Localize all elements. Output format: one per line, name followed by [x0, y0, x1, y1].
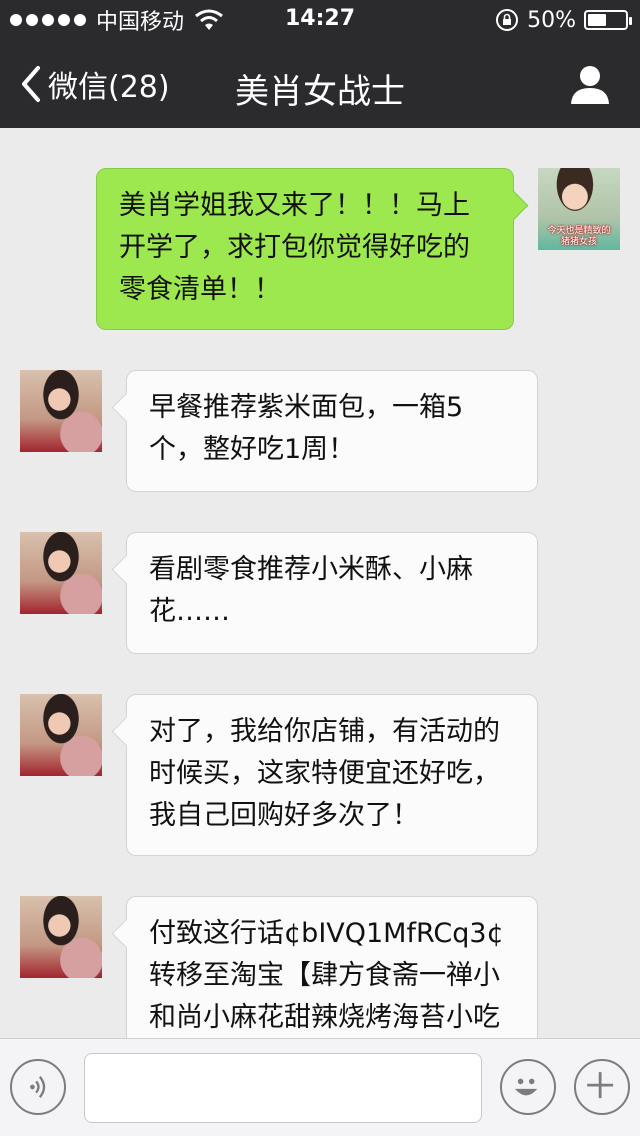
- chat-area[interactable]: 美肖学姐我又来了！！！马上 开学了，求打包你觉得好吃的 零食清单！！ 今天也是精…: [0, 128, 640, 1038]
- rotation-lock-icon: [496, 9, 519, 31]
- message-incoming: 付致这行话¢bIVQ1MfRCq3¢ 转移至淘宝【肆方食斋一禅小 和尚小麻花甜辣…: [0, 896, 640, 1038]
- emoji-button[interactable]: [500, 1059, 556, 1115]
- user-icon[interactable]: [568, 62, 612, 106]
- status-right: 50%: [495, 6, 632, 34]
- chat-title: 美肖女战士: [235, 72, 405, 112]
- avatar-self[interactable]: 今天也是精致的 猪猪女孩: [538, 168, 620, 250]
- battery-fill: [588, 14, 606, 26]
- battery-icon: [584, 10, 632, 30]
- message-incoming: 看剧零食推荐小米酥、小麻 花……: [0, 532, 640, 654]
- avatar-caption: 今天也是精致的 猪猪女孩: [547, 226, 611, 247]
- avatar-contact[interactable]: [20, 370, 102, 452]
- message-incoming: 对了，我给你店铺，有活动的 时候买，这家特便宜还好吃， 我自己回购好多次了！: [0, 694, 640, 856]
- avatar-contact[interactable]: [20, 694, 102, 776]
- message-incoming: 早餐推荐紫米面包，一箱5 个，整好吃1周！: [0, 370, 640, 492]
- avatar-contact[interactable]: [20, 896, 102, 978]
- message-bubble[interactable]: 早餐推荐紫米面包，一箱5 个，整好吃1周！: [126, 370, 538, 492]
- avatar-contact[interactable]: [20, 532, 102, 614]
- voice-button[interactable]: [10, 1059, 66, 1115]
- message-bubble[interactable]: 看剧零食推荐小米酥、小麻 花……: [126, 532, 538, 654]
- battery-percent: 50%: [527, 7, 576, 33]
- emoji-icon: [515, 1078, 538, 1096]
- more-button[interactable]: [574, 1059, 630, 1115]
- nav-bar: 微信(28) 美肖女战士: [0, 40, 640, 128]
- message-bubble[interactable]: 美肖学姐我又来了！！！马上 开学了，求打包你觉得好吃的 零食清单！！: [96, 168, 514, 330]
- message-outgoing: 美肖学姐我又来了！！！马上 开学了，求打包你觉得好吃的 零食清单！！ 今天也是精…: [0, 168, 640, 330]
- plus-icon: [587, 1072, 614, 1099]
- voice-icon: [30, 1076, 46, 1098]
- message-bubble[interactable]: 付致这行话¢bIVQ1MfRCq3¢ 转移至淘宝【肆方食斋一禅小 和尚小麻花甜辣…: [126, 896, 538, 1038]
- message-bubble[interactable]: 对了，我给你店铺，有活动的 时候买，这家特便宜还好吃， 我自己回购好多次了！: [126, 694, 538, 856]
- status-bar: 中国移动 14:27 50%: [0, 0, 640, 40]
- input-bar: [0, 1038, 640, 1136]
- message-input[interactable]: [84, 1053, 482, 1123]
